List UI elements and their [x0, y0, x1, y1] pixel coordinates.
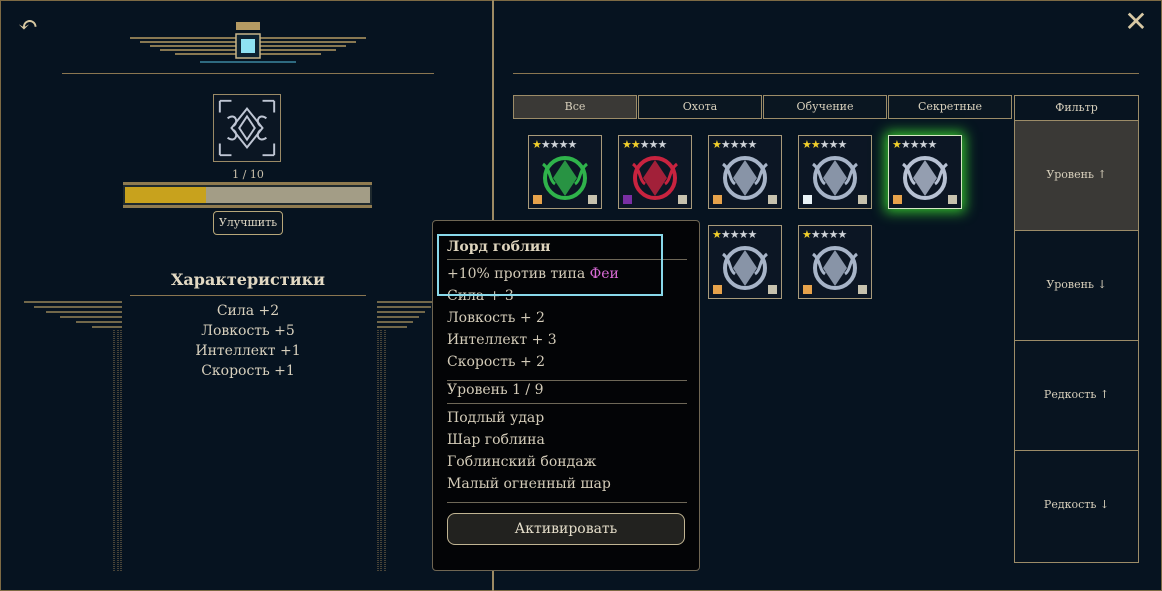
- tab-all[interactable]: Все: [513, 95, 637, 119]
- rarity-stars: ★★★★★: [712, 228, 757, 241]
- slot-gem-icon: [678, 195, 687, 204]
- left-wing-ornament: [24, 301, 122, 572]
- stats-title-rule: [130, 295, 366, 296]
- filter-panel: Фильтр Уровень ↑ Уровень ↓ Редкость ↑ Ре…: [1014, 95, 1139, 563]
- tab-training[interactable]: Обучение: [763, 95, 887, 119]
- filter-rarity-desc[interactable]: Редкость ↓: [1015, 451, 1138, 561]
- tooltip-ability: Подлый удар: [447, 410, 545, 426]
- stat-agility: Ловкость +5: [201, 323, 295, 339]
- experience-bar: [123, 185, 372, 205]
- filter-rarity-asc[interactable]: Редкость ↑: [1015, 341, 1138, 451]
- filter-header: Фильтр: [1015, 96, 1138, 121]
- tooltip-separator: [447, 380, 687, 381]
- stats-title: Характеристики: [171, 270, 325, 289]
- skill-card-goblin-green[interactable]: ★★★★★: [528, 135, 602, 209]
- element-gem-icon: [623, 195, 632, 204]
- tooltip-stat: Ловкость + 2: [447, 310, 545, 326]
- header-emblem: [130, 22, 366, 63]
- skill-level-text: 1 / 10: [232, 168, 264, 181]
- rarity-stars: ★★★★★: [892, 138, 937, 151]
- element-gem-icon: [533, 195, 542, 204]
- header-rule-right: [513, 73, 1139, 74]
- tab-hunt[interactable]: Охота: [638, 95, 762, 119]
- slot-gem-icon: [948, 195, 957, 204]
- tooltip-stat: Интеллект + 3: [447, 332, 557, 348]
- skill-card-guardian-silver[interactable]: ★★★★★: [798, 135, 872, 209]
- tooltip-separator: [447, 403, 687, 404]
- slot-gem-icon: [858, 195, 867, 204]
- skill-portrait: [213, 94, 281, 162]
- upgrade-button[interactable]: Улучшить: [213, 211, 283, 235]
- right-wing-ornament: [377, 301, 435, 572]
- slot-gem-icon: [588, 195, 597, 204]
- skill-card-mask-silver[interactable]: ★★★★★: [798, 225, 872, 299]
- skill-card-sword-silver[interactable]: ★★★★★: [708, 135, 782, 209]
- stat-intellect: Интеллект +1: [195, 343, 301, 359]
- rarity-stars: ★★★★★: [532, 138, 577, 151]
- element-gem-icon: [803, 285, 812, 294]
- skill-art-icon: [721, 156, 769, 200]
- stat-speed: Скорость +1: [201, 363, 295, 379]
- knot-emblem-icon: [218, 99, 276, 157]
- header-rule-left: [62, 73, 434, 74]
- slot-gem-icon: [768, 195, 777, 204]
- skill-art-icon: [901, 156, 949, 200]
- rarity-stars: ★★★★★: [712, 138, 757, 151]
- skill-card-emblem-selected[interactable]: ★★★★★: [888, 135, 962, 209]
- skill-card-dragon-red[interactable]: ★★★★★: [618, 135, 692, 209]
- tab-secret[interactable]: Секретные: [888, 95, 1012, 119]
- tooltip-ability: Гоблинский бондаж: [447, 454, 597, 470]
- category-tabs: Все Охота Обучение Секретные: [513, 95, 1013, 119]
- element-gem-icon: [713, 285, 722, 294]
- tooltip-separator: [447, 502, 687, 503]
- activate-button[interactable]: Активировать: [447, 513, 685, 545]
- rarity-stars: ★★★★★: [802, 228, 847, 241]
- element-gem-icon: [713, 195, 722, 204]
- close-icon[interactable]: ✕: [1124, 8, 1148, 36]
- stat-strength: Сила +2: [216, 303, 280, 319]
- back-arrow-icon[interactable]: ↶: [18, 13, 44, 37]
- skill-art-icon: [631, 156, 679, 200]
- skill-art-icon: [721, 246, 769, 290]
- tooltip-level: Уровень 1 / 9: [447, 382, 544, 398]
- skill-art-icon: [811, 156, 859, 200]
- skill-art-icon: [811, 246, 859, 290]
- tooltip-ability: Малый огненный шар: [447, 476, 611, 492]
- filter-level-asc[interactable]: Уровень ↑: [1015, 121, 1138, 231]
- slot-gem-icon: [768, 285, 777, 294]
- experience-bar-fill: [125, 187, 206, 203]
- rarity-stars: ★★★★★: [622, 138, 667, 151]
- slot-gem-icon: [858, 285, 867, 294]
- rarity-stars: ★★★★★: [802, 138, 847, 151]
- skill-card-orb-silver[interactable]: ★★★★★: [708, 225, 782, 299]
- filter-level-desc[interactable]: Уровень ↓: [1015, 231, 1138, 341]
- tutorial-highlight: [437, 234, 663, 296]
- element-gem-icon: [893, 195, 902, 204]
- skill-art-icon: [541, 156, 589, 200]
- stats-list: Сила +2 Ловкость +5 Интеллект +1 Скорост…: [130, 301, 366, 381]
- element-gem-icon: [803, 195, 812, 204]
- tooltip-ability: Шар гоблина: [447, 432, 545, 448]
- tooltip-stat: Скорость + 2: [447, 354, 546, 370]
